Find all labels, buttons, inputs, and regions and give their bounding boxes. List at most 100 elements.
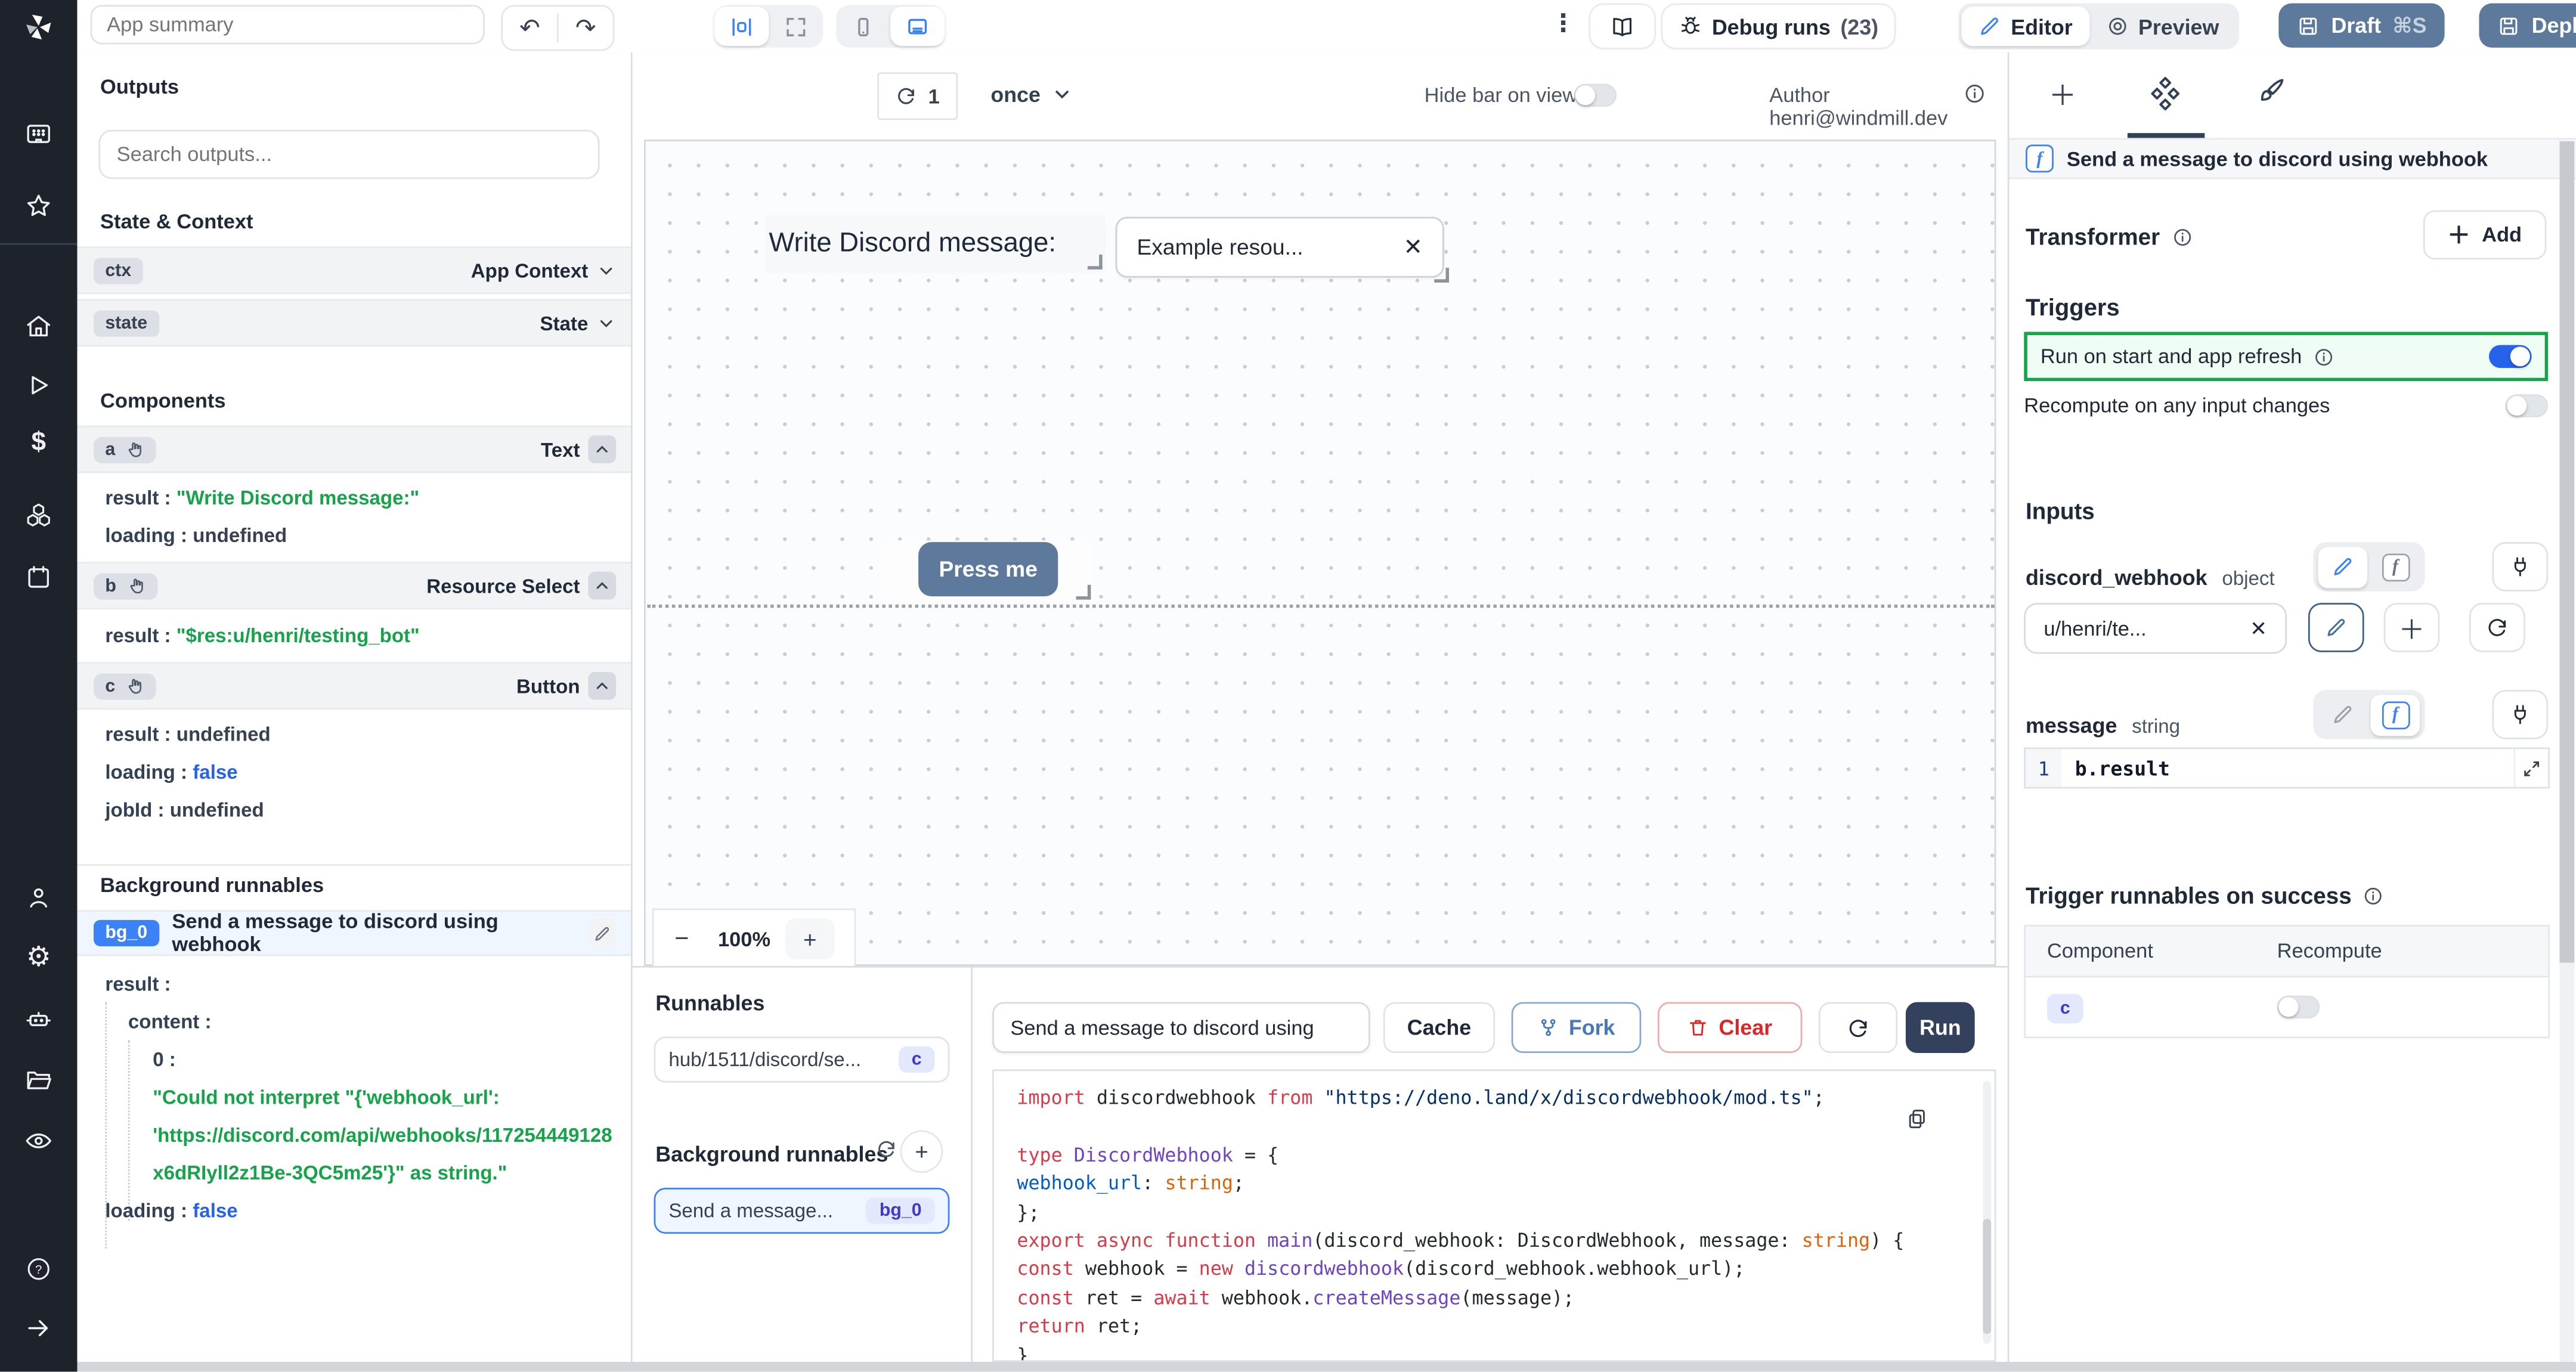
zoom-out-button[interactable]: − <box>654 925 710 953</box>
audit-eye-icon[interactable] <box>0 1127 77 1155</box>
copy-code-icon[interactable] <box>1906 1107 1929 1131</box>
resource-picker-input[interactable]: u/henri/te... ✕ <box>2024 603 2287 654</box>
zoom-in-button[interactable]: + <box>785 918 835 959</box>
ctx-row[interactable]: ctx App Context <box>77 246 631 295</box>
tab-theme-brush-icon[interactable] <box>2256 76 2287 107</box>
prop-line: result : undefined <box>105 723 271 746</box>
state-row[interactable]: state State <box>77 299 631 347</box>
code-vertical-scrollbar[interactable] <box>1983 1080 1992 1344</box>
bug-icon <box>1681 17 1700 34</box>
collapse-chevron-up[interactable] <box>588 435 617 463</box>
top-toolbar: ↶ ↷ ⋮ Debug runs (23) <box>77 0 2576 54</box>
resize-handle[interactable] <box>1076 584 1091 600</box>
panel-scrollbar[interactable] <box>2559 141 2575 1370</box>
column-component: Component <box>2046 939 2153 963</box>
state-type: State <box>540 311 589 335</box>
mobile-icon[interactable] <box>836 7 890 46</box>
connect-plug-icon[interactable] <box>2492 690 2549 739</box>
hide-bar-toggle[interactable] <box>1574 83 1617 107</box>
press-me-button[interactable]: Press me <box>918 542 1058 597</box>
edit-resource-pencil-button[interactable] <box>2308 603 2364 652</box>
add-bg-runnable-button[interactable]: + <box>900 1130 943 1173</box>
schedule-dropdown[interactable]: once <box>990 72 1073 116</box>
recompute-toggle[interactable] <box>2505 394 2549 417</box>
favorites-star-icon[interactable] <box>0 192 77 220</box>
deploy-button[interactable]: Deploy <box>2479 3 2576 48</box>
static-pencil-icon[interactable] <box>2318 546 2368 587</box>
tab-settings-diamonds-icon[interactable] <box>2147 76 2184 112</box>
workers-robot-icon[interactable] <box>0 1005 77 1033</box>
static-pencil-icon[interactable] <box>2318 694 2367 735</box>
code-lines: import discordwebhook from "https://deno… <box>1017 1086 1905 1362</box>
windmill-logo[interactable] <box>0 11 77 42</box>
component-row-b[interactable]: b Resource Select <box>77 562 631 610</box>
add-transformer-button[interactable]: ＋ Add <box>2422 210 2547 260</box>
connect-plug-icon[interactable] <box>2492 542 2549 591</box>
undo-icon[interactable]: ↶ <box>503 8 557 48</box>
runs-play-icon[interactable] <box>0 371 77 399</box>
expand-icon[interactable] <box>2513 749 2548 787</box>
run-button[interactable]: Run <box>1905 1002 1975 1054</box>
function-mode-icon[interactable]: f <box>2370 694 2420 735</box>
debug-runs-button[interactable]: Debug runs (23) <box>1662 5 1895 48</box>
resources-cubes-icon[interactable] <box>0 501 77 529</box>
runnable-name-input[interactable] <box>992 1002 1370 1054</box>
help-icon[interactable]: ? <box>0 1255 77 1283</box>
edit-pencil-icon[interactable] <box>587 918 617 948</box>
redo-icon[interactable]: ↷ <box>559 8 613 48</box>
search-outputs-input[interactable] <box>98 129 600 179</box>
info-icon[interactable] <box>1963 82 1986 106</box>
resize-handle[interactable] <box>1434 268 1449 283</box>
refresh-resource-button[interactable] <box>2469 603 2525 652</box>
home-icon[interactable] <box>0 312 77 340</box>
schedules-calendar-icon[interactable] <box>0 563 77 591</box>
resource-select-component[interactable]: Example resou... ✕ <box>1115 216 1444 278</box>
clear-x-icon[interactable]: ✕ <box>1404 233 1423 261</box>
debug-runs-count: (23) <box>1840 14 1879 39</box>
settings-gear-icon[interactable]: ⚙ <box>0 941 77 974</box>
fullscreen-icon[interactable] <box>769 7 823 46</box>
add-resource-button[interactable]: ＋ <box>2383 603 2440 652</box>
apps-icon[interactable] <box>0 120 77 148</box>
cache-button[interactable]: Cache <box>1383 1002 1496 1054</box>
variables-dollar-icon[interactable]: $ <box>0 429 77 459</box>
tab-insert-plus-icon[interactable]: ＋ <box>2049 72 2077 113</box>
desktop-icon[interactable] <box>890 7 945 47</box>
component-type: Button <box>516 674 580 698</box>
code-editor[interactable]: import discordwebhook from "https://deno… <box>992 1069 1996 1362</box>
app-canvas[interactable]: Write Discord message: Example resou... … <box>644 140 1996 970</box>
folders-icon[interactable] <box>0 1066 77 1094</box>
collapse-chevron-up[interactable] <box>588 571 617 600</box>
app-summary-input[interactable] <box>90 5 485 45</box>
component-row-c[interactable]: c Button <box>77 662 631 710</box>
text-component[interactable]: Write Discord message: <box>765 215 1106 273</box>
bg-runnable-item[interactable]: Send a message... bg_0 <box>654 1187 950 1234</box>
bg-runnable-row[interactable]: bg_0 Send a message to discord using web… <box>77 910 631 956</box>
prop-line: result : "Write Discord message:" <box>105 486 420 510</box>
hub-runnable-item[interactable]: hub/1511/discord/se... c <box>654 1036 950 1083</box>
center-align-icon[interactable] <box>714 7 769 47</box>
run-on-start-row[interactable]: Run on start and app refresh <box>2024 332 2549 382</box>
collapse-arrow-icon[interactable] <box>0 1314 77 1342</box>
prop-line: 0 : <box>153 1048 176 1071</box>
refresh-button[interactable] <box>1818 1002 1898 1054</box>
resize-handle[interactable] <box>1087 255 1103 270</box>
tab-editor[interactable]: Editor <box>1961 7 2089 47</box>
refresh-count-button[interactable]: 1 <box>877 72 958 120</box>
clear-button[interactable]: Clear <box>1657 1002 1803 1054</box>
user-icon[interactable] <box>0 884 77 912</box>
docs-book-icon[interactable] <box>1590 5 1655 48</box>
kebab-menu-icon[interactable]: ⋮ <box>1551 8 1575 38</box>
clear-x-icon[interactable]: ✕ <box>2250 616 2267 641</box>
run-on-start-toggle[interactable] <box>2488 345 2532 368</box>
message-expression-editor[interactable]: 1 b.result <box>2024 747 2550 789</box>
trigger-success-title: Trigger runnables on success <box>2026 882 2385 909</box>
tab-preview[interactable]: Preview <box>2089 7 2236 46</box>
fork-button[interactable]: Fork <box>1511 1002 1642 1054</box>
collapse-chevron-up[interactable] <box>588 671 617 700</box>
function-mode-icon[interactable]: f <box>2371 546 2420 587</box>
row-recompute-toggle[interactable] <box>2277 995 2320 1019</box>
draft-button[interactable]: Draft ⌘S <box>2278 3 2445 48</box>
component-row-a[interactable]: a Text <box>77 425 631 473</box>
page-horizontal-scrollbar[interactable] <box>77 1361 2576 1372</box>
